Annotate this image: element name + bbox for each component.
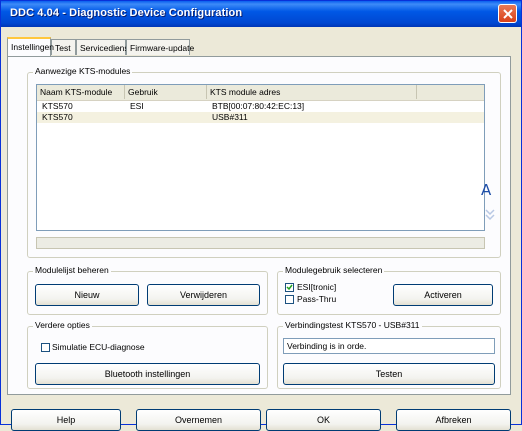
simulate-ecu-checkbox[interactable] [41,343,50,352]
passthru-checkbox[interactable] [285,295,294,304]
modulelist-group-label: Modulelijst beheren [33,265,111,275]
new-button[interactable]: Nieuw [35,284,139,306]
tab-instellingen[interactable]: Instellingen [7,37,54,56]
simulate-ecu-label: Simulatie ECU-diagnose [52,342,145,352]
column-header-name[interactable]: Naam KTS-module [37,85,125,99]
cell-name: KTS570 [42,112,73,122]
window-title: DDC 4.04 - Diagnostic Device Configurati… [10,7,243,19]
column-header-address[interactable]: KTS module adres [207,85,417,99]
close-button[interactable] [498,4,517,23]
help-button[interactable]: Help [11,409,121,431]
cancel-button[interactable]: Afbreken [396,409,511,431]
chevron-down-icon[interactable] [484,204,496,222]
modules-list[interactable]: Naam KTS-module Gebruik KTS module adres… [36,84,485,231]
bluetooth-settings-button[interactable]: Bluetooth instellingen [35,363,260,385]
dialog-window: DDC 4.04 - Diagnostic Device Configurati… [0,0,522,431]
list-header: Naam KTS-module Gebruik KTS module adres [37,85,484,101]
cell-usage: ESI [130,101,144,111]
tab-test[interactable]: Test [51,39,76,55]
activate-button[interactable]: Activeren [393,284,493,306]
connection-status-field[interactable]: Verbinding is in orde. [283,338,495,354]
moduleuse-group-label: Modulegebruik selecteren [283,265,385,275]
close-icon [503,9,513,19]
modules-group-label: Aanwezige KTS-modules [33,66,133,76]
test-button[interactable]: Testen [283,363,495,385]
esi-checkbox-label: ESI[tronic] [297,282,337,292]
table-row[interactable]: KTS570 USB#311 [37,112,484,123]
list-status-bar [36,237,485,249]
passthru-checkbox-label: Pass-Thru [297,294,337,304]
esi-checkbox[interactable] [285,283,294,292]
ok-button[interactable]: OK [266,409,381,431]
cell-address: BTB[00:07:80:42:EC:13] [212,101,305,111]
options-group-label: Verdere opties [33,320,92,330]
cell-name: KTS570 [42,101,73,111]
conntest-group-label: Verbindingstest KTS570 - USB#311 [283,320,422,330]
scroll-up-arrow-icon[interactable]: A [481,181,491,199]
delete-button[interactable]: Verwijderen [147,284,260,306]
cell-address: USB#311 [212,112,248,122]
tab-firmware-update[interactable]: Firmware-update [126,39,194,55]
title-bar[interactable]: DDC 4.04 - Diagnostic Device Configurati… [1,1,521,27]
table-row[interactable]: KTS570 ESI BTB[00:07:80:42:EC:13] [37,101,484,112]
column-header-usage[interactable]: Gebruik [125,85,207,99]
checkmark-icon [286,284,293,291]
tab-servicedienst[interactable]: Servicedienst [76,39,131,55]
apply-button[interactable]: Overnemen [136,409,261,431]
